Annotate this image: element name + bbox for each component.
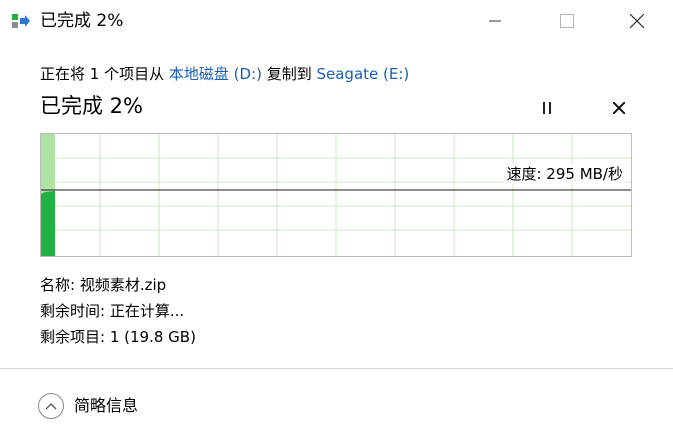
copy-details: 名称: 视频素材.zip 剩余时间: 正在计算... 剩余项目: 1 (19.8… — [40, 272, 196, 350]
time-remaining-row: 剩余时间: 正在计算... — [40, 302, 185, 320]
dialog-footer: 简略信息 — [0, 368, 673, 439]
copy-description: 正在将 1 个项目从 本地磁盘 (D:) 复制到 Seagate (E:) — [40, 64, 409, 84]
items-remaining-row: 剩余项目: 1 (19.8 GB) — [40, 328, 196, 346]
copy-prefix: 正在将 1 个项目从 — [40, 65, 169, 83]
fewer-details-label: 简略信息 — [74, 396, 139, 415]
source-drive-link[interactable]: 本地磁盘 (D:) — [169, 65, 262, 83]
chevron-up-icon — [38, 393, 64, 419]
destination-drive-link[interactable]: Seagate (E:) — [316, 65, 409, 83]
file-name-row: 名称: 视频素材.zip — [40, 276, 167, 294]
close-icon — [630, 14, 644, 28]
graph-grid — [41, 134, 631, 256]
copy-middle: 复制到 — [261, 65, 317, 83]
minimize-icon — [489, 20, 501, 22]
file-copy-icon — [12, 13, 30, 29]
window-title: 已完成 2% — [40, 11, 124, 31]
speed-graph-canvas — [41, 134, 631, 256]
cancel-button[interactable] — [606, 96, 632, 120]
speed-label: 速度: 295 MB/秒 — [504, 164, 625, 184]
maximize-icon — [560, 14, 574, 28]
title-bar: 已完成 2% — [0, 0, 673, 42]
pause-icon — [543, 102, 551, 114]
transfer-speed-graph: 速度: 295 MB/秒 — [40, 133, 632, 257]
progress-heading: 已完成 2% — [40, 94, 143, 118]
maximize-button[interactable] — [544, 0, 590, 42]
fewer-details-button[interactable]: 简略信息 — [38, 391, 138, 421]
speed-history-bar — [41, 191, 55, 256]
minimize-button[interactable] — [472, 0, 518, 42]
close-window-button[interactable] — [614, 0, 660, 42]
cancel-icon — [613, 102, 625, 114]
pause-button[interactable] — [534, 96, 560, 120]
